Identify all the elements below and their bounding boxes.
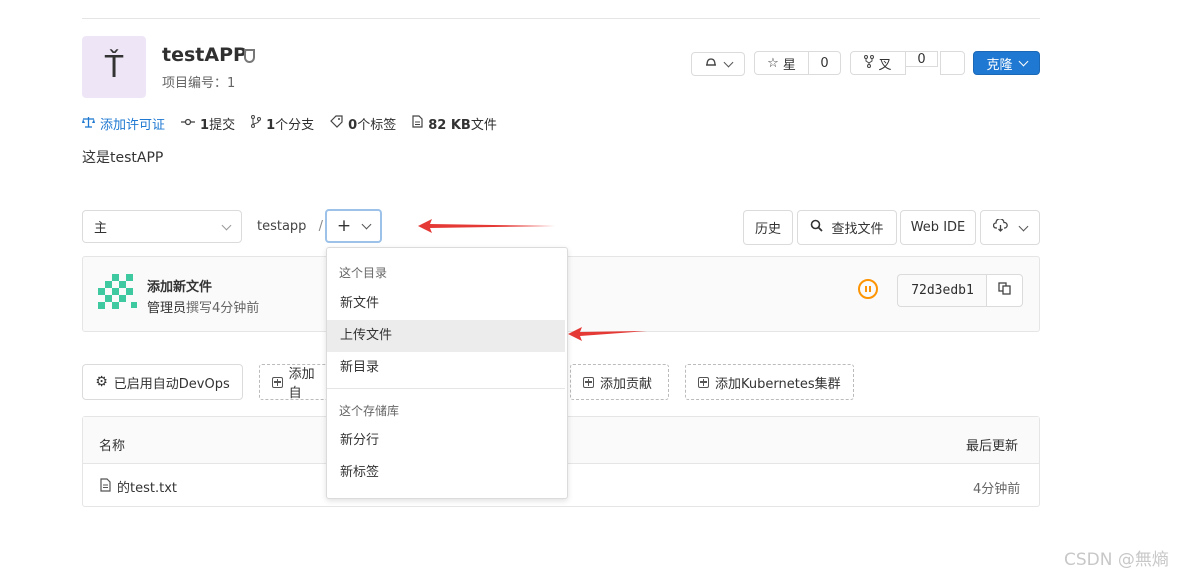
dropdown-section-header: 这个存储库 [339, 404, 400, 418]
branches-link[interactable]: 1个分支 [251, 114, 314, 133]
tags-link[interactable]: 0个标签 [330, 114, 396, 133]
find-file-label: 查找文件 [831, 222, 884, 237]
branch-icon [251, 115, 262, 132]
table-row[interactable]: 的test.txt [100, 477, 177, 496]
search-icon [810, 219, 824, 236]
history-button[interactable]: 历史 [743, 210, 793, 245]
project-id: 项目编号：1 [162, 76, 236, 91]
add-kubernetes-label: 添加Kubernetes集群 [715, 376, 841, 392]
commit-author[interactable]: 管理员 [147, 301, 186, 316]
branches-count: 1 [266, 118, 276, 133]
license-label: 添加许可证 [100, 118, 166, 133]
branches-label: 个分支 [275, 118, 315, 133]
find-file-button[interactable]: 查找文件 [797, 210, 897, 245]
tag-icon [330, 115, 343, 132]
tags-label: 个标签 [357, 118, 397, 133]
annotation-arrow-icon [568, 327, 647, 341]
project-description: 这是testAPP [82, 150, 164, 166]
breadcrumb-cutoff [82, 0, 232, 2]
fork-label: 叉 [878, 57, 892, 73]
commit-sha[interactable]: 72d3edb1 [897, 274, 987, 307]
divider [82, 18, 1040, 19]
notification-button[interactable] [691, 52, 745, 76]
branch-name: 主 [94, 221, 108, 236]
commits-count: 1 [200, 118, 210, 133]
copy-sha-button[interactable] [986, 274, 1023, 307]
chevron-down-icon [361, 219, 372, 230]
storage-label: 文件 [470, 118, 497, 133]
file-name[interactable]: 的test.txt [117, 477, 177, 496]
plus-icon: + [336, 216, 352, 236]
star-button[interactable]: ☆ 星 [754, 51, 809, 75]
copy-icon [998, 282, 1011, 299]
add-contributing-label: 添加贡献 [600, 376, 653, 392]
watermark: CSDN @無熵 [1064, 550, 1169, 570]
dropdown-item-new-branch[interactable]: 新分行 [327, 425, 565, 457]
visibility-shield-icon [244, 49, 255, 63]
fork-icon [864, 54, 875, 72]
storage-link[interactable]: 82 KB文件 [412, 114, 497, 133]
tags-count: 0 [348, 118, 358, 133]
file-icon [412, 115, 423, 132]
chevron-down-icon [1018, 56, 1028, 67]
column-header-last-update: 最后更新 [966, 439, 1019, 454]
add-to-tree-dropdown: 这个目录 新文件 上传文件 新目录 这个存储库 新分行 新标签 [326, 247, 568, 499]
storage-size: 82 KB [428, 118, 471, 133]
plus-square-icon [583, 376, 594, 388]
project-title[interactable]: testAPP [162, 44, 247, 66]
project-avatar: Ť [82, 36, 146, 98]
download-button[interactable] [980, 210, 1040, 245]
cloud-download-icon [992, 218, 1008, 236]
chevron-down-icon [221, 220, 232, 230]
pipeline-running-icon[interactable] [858, 279, 878, 299]
commits-link[interactable]: 1提交 [181, 114, 235, 133]
scale-icon [82, 116, 95, 132]
breadcrumb: testapp / [257, 219, 323, 234]
annotation-arrow-icon [418, 219, 555, 233]
breadcrumb-separator: / [318, 219, 323, 234]
web-ide-button[interactable]: Web IDE [900, 210, 976, 245]
star-count[interactable]: 0 [808, 51, 841, 75]
dropdown-divider [327, 388, 565, 389]
commits-label: 提交 [209, 118, 236, 133]
autodevops-button[interactable]: ⚙ 已启用自动DevOps [82, 364, 243, 400]
bell-icon [705, 56, 717, 72]
commit-icon [181, 116, 196, 131]
gear-icon: ⚙ [95, 374, 108, 390]
add-readme-label: 添加自 [288, 367, 315, 401]
add-contributing-button[interactable]: 添加贡献 [570, 364, 669, 400]
chevron-down-icon [723, 57, 733, 68]
dropdown-item-new-file[interactable]: 新文件 [327, 288, 565, 320]
star-icon: ☆ [767, 55, 779, 71]
clone-button[interactable]: 克隆 [973, 51, 1040, 75]
chevron-down-icon [1018, 221, 1029, 231]
star-label: 星 [782, 57, 796, 73]
clone-label: 克隆 [986, 57, 1013, 73]
add-to-tree-button[interactable]: + [325, 209, 382, 243]
dropdown-item-new-directory[interactable]: 新目录 [327, 352, 565, 384]
file-last-update: 4分钟前 [973, 482, 1021, 497]
dropdown-section-header: 这个目录 [339, 266, 388, 280]
commit-meta: 管理员撰写4分钟前 [147, 297, 259, 316]
dropdown-item-new-tag[interactable]: 新标签 [327, 457, 565, 489]
avatar [98, 272, 138, 312]
autodevops-label: 已启用自动DevOps [113, 376, 230, 392]
dropdown-item-upload-file[interactable]: 上传文件 [327, 320, 565, 352]
fork-button[interactable]: 叉 [850, 51, 906, 75]
plus-square-icon [272, 376, 283, 388]
add-kubernetes-button[interactable]: 添加Kubernetes集群 [685, 364, 854, 400]
column-header-name: 名称 [99, 439, 126, 454]
file-text-icon [100, 477, 111, 496]
commit-time: 撰写4分钟前 [186, 301, 260, 316]
branch-select[interactable]: 主 [82, 210, 242, 243]
license-link[interactable]: 添加许可证 [82, 114, 165, 133]
fork-count-box [940, 51, 965, 75]
breadcrumb-root[interactable]: testapp [257, 219, 306, 234]
plus-square-icon [698, 376, 709, 388]
fork-count[interactable]: 0 [905, 51, 938, 67]
commit-title[interactable]: 添加新文件 [147, 276, 212, 295]
project-stats: 添加许可证 1提交 1个分支 0个标签 82 KB文件 [82, 114, 497, 133]
